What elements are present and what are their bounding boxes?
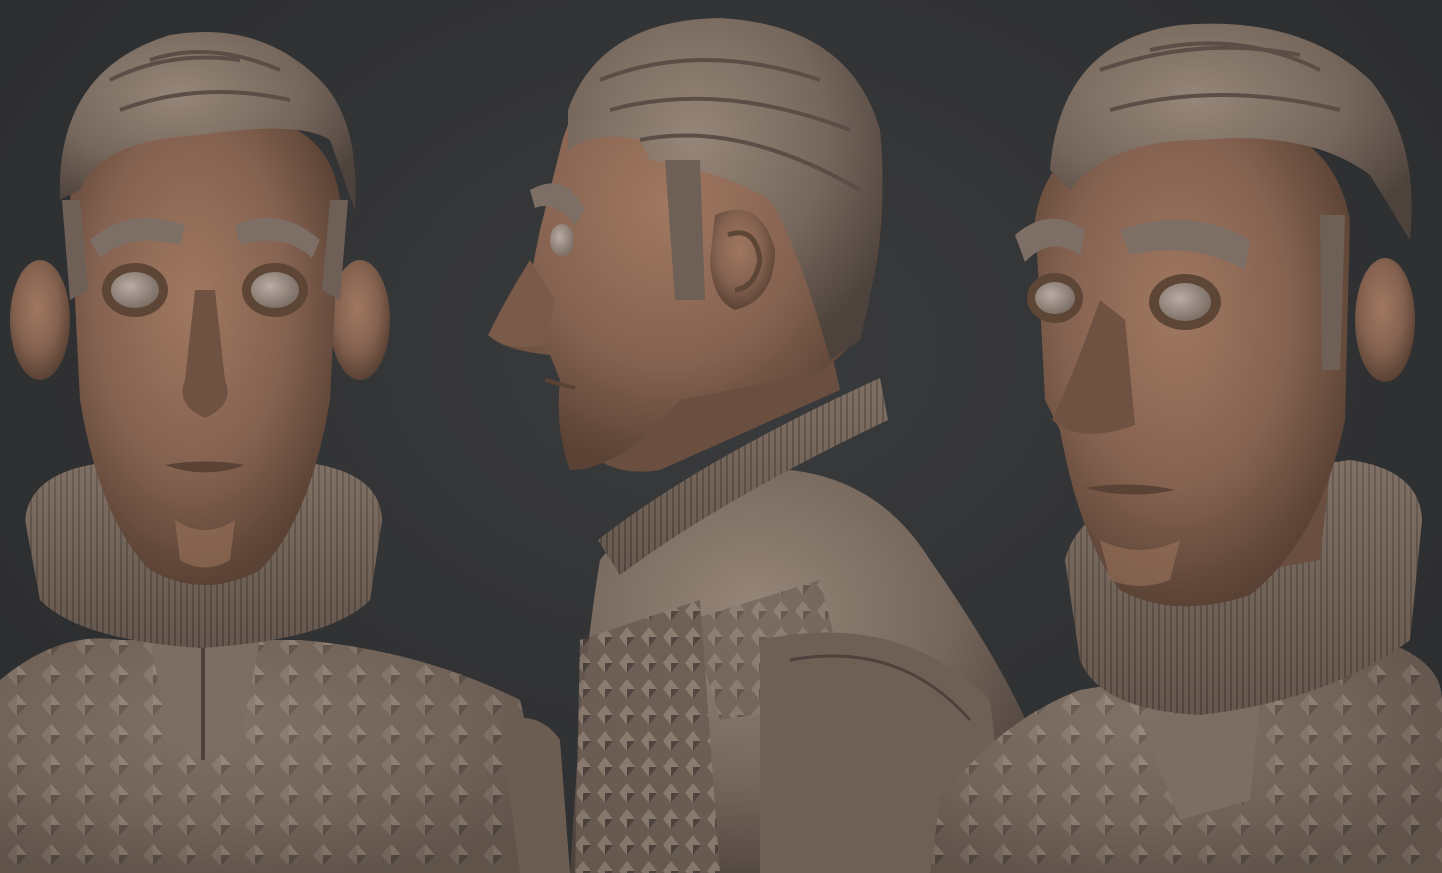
- profile-view: [488, 18, 1030, 873]
- tq-ear: [1355, 258, 1415, 382]
- profile-eye: [550, 224, 574, 256]
- sculpt-render: [0, 18, 1442, 873]
- three-quarter-view: [930, 23, 1442, 873]
- front-view: [0, 32, 570, 873]
- front-left-ear: [10, 260, 70, 380]
- sculpt-viewport: [0, 0, 1442, 873]
